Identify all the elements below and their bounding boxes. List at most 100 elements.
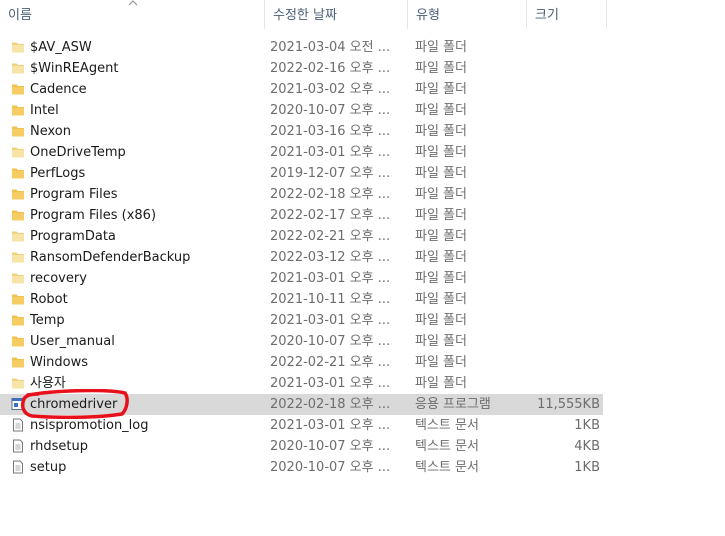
column-header-size[interactable]: 크기	[527, 0, 607, 29]
file-size	[527, 79, 600, 100]
file-row[interactable]: Temp 2021-03-01 오후 ... 파일 폴더	[0, 310, 603, 331]
folder-light-icon	[11, 145, 25, 159]
file-name: Robot	[30, 292, 68, 307]
file-modified-date: 2021-03-01 오후 ...	[270, 418, 391, 433]
file-name: $WinREAgent	[30, 61, 119, 76]
file-row[interactable]: setup 2020-10-07 오후 ... 텍스트 문서 1KB	[0, 457, 603, 478]
file-row-selected[interactable]: chromedriver 2022-02-18 오후 ... 응용 프로그램 11,5…	[0, 394, 603, 415]
file-name: chromedriver	[30, 397, 118, 412]
file-modified-date: 2022-02-18 오후 ...	[270, 397, 391, 412]
text-document-icon	[11, 439, 25, 453]
file-name: Program Files	[30, 187, 118, 202]
file-modified-date: 2021-03-01 오후 ...	[270, 313, 391, 328]
column-header-name[interactable]: 이름	[0, 0, 265, 29]
file-size	[527, 37, 600, 58]
folder-light-icon	[11, 250, 25, 264]
file-type: 응용 프로그램	[415, 397, 491, 412]
file-size	[527, 142, 600, 163]
folder-light-icon	[11, 40, 25, 54]
file-modified-date: 2020-10-07 오후 ...	[270, 439, 391, 454]
file-modified-date: 2022-02-21 오후 ...	[270, 229, 391, 244]
file-row[interactable]: Cadence 2021-03-02 오후 ... 파일 폴더	[0, 79, 603, 100]
file-name: Nexon	[30, 124, 71, 139]
file-modified-date: 2021-03-01 오후 ...	[270, 145, 391, 160]
file-row[interactable]: User_manual 2020-10-07 오후 ... 파일 폴더	[0, 331, 603, 352]
sort-ascending-icon	[128, 0, 138, 6]
folder-light-icon	[11, 271, 25, 285]
file-modified-date: 2022-03-12 오후 ...	[270, 250, 391, 265]
file-size	[527, 268, 600, 289]
folder-icon	[11, 292, 25, 306]
file-type: 파일 폴더	[415, 124, 467, 139]
file-size	[527, 184, 600, 205]
column-header-name-label: 이름	[8, 8, 32, 23]
file-row[interactable]: Nexon 2021-03-16 오후 ... 파일 폴더	[0, 121, 603, 142]
text-document-icon	[11, 460, 25, 474]
file-type: 텍스트 문서	[415, 439, 479, 454]
file-name: OneDriveTemp	[30, 145, 126, 160]
file-type: 파일 폴더	[415, 376, 467, 391]
file-type: 파일 폴더	[415, 250, 467, 265]
file-modified-date: 2022-02-17 오후 ...	[270, 208, 391, 223]
column-header-date[interactable]: 수정한 날짜	[265, 0, 408, 29]
file-type: 파일 폴더	[415, 103, 467, 118]
column-header-bar: 이름 수정한 날짜 유형 크기	[0, 0, 725, 30]
file-row[interactable]: PerfLogs 2019-12-07 오후 ... 파일 폴더	[0, 163, 603, 184]
file-row[interactable]: Windows 2022-02-21 오후 ... 파일 폴더	[0, 352, 603, 373]
column-header-type[interactable]: 유형	[408, 0, 527, 29]
file-row[interactable]: Intel 2020-10-07 오후 ... 파일 폴더	[0, 100, 603, 121]
file-size	[527, 352, 600, 373]
file-type: 파일 폴더	[415, 166, 467, 181]
file-row[interactable]: RansomDefenderBackup 2022-03-12 오후 ... 파일 …	[0, 247, 603, 268]
file-type: 파일 폴더	[415, 292, 467, 307]
file-name: Intel	[30, 103, 59, 118]
file-size: 1KB	[574, 460, 600, 475]
file-name: Windows	[30, 355, 89, 370]
file-modified-date: 2021-03-01 오후 ...	[270, 376, 391, 391]
file-row[interactable]: Robot 2021-10-11 오후 ... 파일 폴더	[0, 289, 603, 310]
file-name: rhdsetup	[30, 439, 88, 454]
file-row[interactable]: $AV_ASW 2021-03-04 오전 ... 파일 폴더	[0, 37, 603, 58]
file-row[interactable]: nsispromotion_log 2021-03-01 오후 ... 텍스트 문서…	[0, 415, 603, 436]
folder-icon	[11, 187, 25, 201]
text-document-icon	[11, 418, 25, 432]
folder-icon	[11, 313, 25, 327]
folder-light-icon	[11, 229, 25, 243]
folder-icon	[11, 355, 25, 369]
file-size: 11,555KB	[537, 397, 600, 412]
file-modified-date: 2020-10-07 오후 ...	[270, 460, 391, 475]
file-type: 텍스트 문서	[415, 460, 479, 475]
file-row[interactable]: ProgramData 2022-02-21 오후 ... 파일 폴더	[0, 226, 603, 247]
file-size	[527, 247, 600, 268]
file-row[interactable]: 사용자 2021-03-01 오후 ... 파일 폴더	[0, 373, 603, 394]
folder-icon	[11, 82, 25, 96]
column-header-type-label: 유형	[416, 8, 440, 23]
file-row[interactable]: Program Files (x86) 2022-02-17 오후 ... 파일 폴…	[0, 205, 603, 226]
file-modified-date: 2022-02-16 오후 ...	[270, 61, 391, 76]
file-modified-date: 2021-03-02 오후 ...	[270, 82, 391, 97]
file-modified-date: 2021-03-16 오후 ...	[270, 124, 391, 139]
file-name: 사용자	[30, 376, 66, 391]
folder-icon	[11, 208, 25, 222]
file-size: 4KB	[574, 439, 600, 454]
file-type: 파일 폴더	[415, 271, 467, 286]
file-size	[527, 58, 600, 79]
file-type: 파일 폴더	[415, 355, 467, 370]
column-header-date-label: 수정한 날짜	[273, 8, 337, 23]
file-row[interactable]: recovery 2021-03-01 오후 ... 파일 폴더	[0, 268, 603, 289]
file-name: Program Files (x86)	[30, 208, 157, 223]
file-row[interactable]: rhdsetup 2020-10-07 오후 ... 텍스트 문서 4KB	[0, 436, 603, 457]
folder-light-icon	[11, 376, 25, 390]
file-name: PerfLogs	[30, 166, 86, 181]
file-name: $AV_ASW	[30, 40, 92, 55]
file-size	[527, 121, 600, 142]
file-row[interactable]: $WinREAgent 2022-02-16 오후 ... 파일 폴더	[0, 58, 603, 79]
file-type: 파일 폴더	[415, 82, 467, 97]
file-row[interactable]: OneDriveTemp 2021-03-01 오후 ... 파일 폴더	[0, 142, 603, 163]
file-type: 파일 폴더	[415, 187, 467, 202]
file-type: 파일 폴더	[415, 40, 467, 55]
file-size	[527, 289, 600, 310]
file-row[interactable]: Program Files 2022-02-18 오후 ... 파일 폴더	[0, 184, 603, 205]
application-icon	[11, 397, 25, 411]
file-size	[527, 331, 600, 352]
